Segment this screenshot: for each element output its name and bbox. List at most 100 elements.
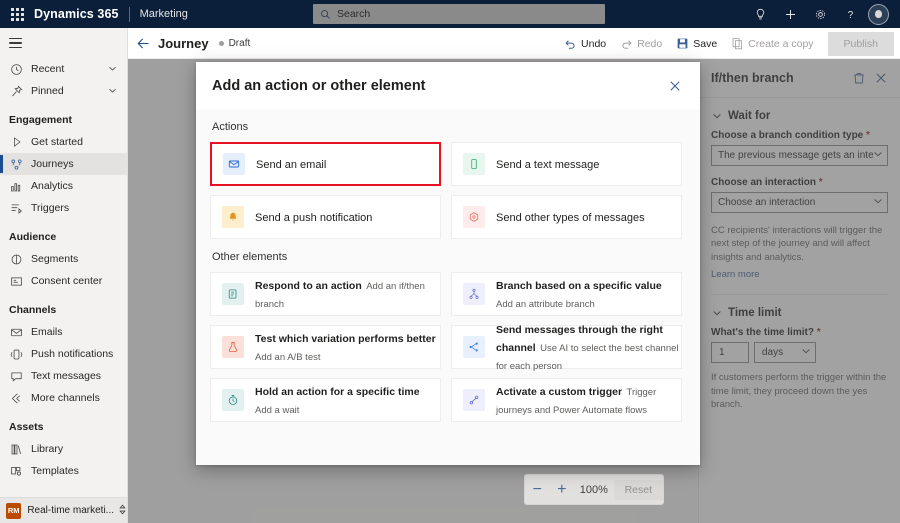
redo-button[interactable]: Redo bbox=[614, 32, 668, 56]
zoom-out-button[interactable]: − bbox=[525, 475, 550, 504]
card-title: Send an email bbox=[256, 159, 327, 171]
sidebar-item-get-started[interactable]: Get started bbox=[0, 131, 127, 153]
back-arrow-icon[interactable] bbox=[128, 28, 158, 59]
card-send-a-push-notification[interactable]: Send a push notification bbox=[210, 195, 441, 239]
gear-icon[interactable] bbox=[805, 0, 835, 28]
ab-test-icon bbox=[222, 336, 244, 358]
card-title: Send a text message bbox=[496, 159, 600, 171]
chevron-down-icon[interactable] bbox=[108, 60, 117, 78]
sidebar-item-triggers[interactable]: Triggers bbox=[0, 197, 127, 219]
sidebar-item-push-notifications[interactable]: Push notifications bbox=[0, 343, 127, 365]
zoom-reset-button[interactable]: Reset bbox=[613, 479, 664, 500]
sidebar-group-engagement: Engagement bbox=[9, 114, 73, 126]
sidebar-item-label: Pinned bbox=[31, 85, 64, 97]
sidebar-item-templates[interactable]: Templates bbox=[0, 460, 127, 482]
card-hold-an-action-for-a-specific-time[interactable]: Hold an action for a specific time Add a… bbox=[210, 378, 441, 422]
sidebar-group-audience: Audience bbox=[9, 231, 57, 243]
zoom-in-button[interactable]: + bbox=[550, 475, 575, 504]
dialog-body: Actions Send an email Send a text messag… bbox=[196, 109, 700, 465]
area-switcher-label: Real-time marketi... bbox=[27, 505, 114, 516]
custom-trigger-icon bbox=[463, 389, 485, 411]
card-activate-a-custom-trigger[interactable]: Activate a custom trigger Trigger journe… bbox=[451, 378, 682, 422]
sidebar-item-emails[interactable]: Emails bbox=[0, 321, 127, 343]
card-send-messages-through-the-right-channel[interactable]: Send messages through the right channel … bbox=[451, 324, 682, 372]
undo-button[interactable]: Undo bbox=[558, 32, 612, 56]
lightbulb-icon[interactable] bbox=[745, 0, 775, 28]
card-respond-to-an-action[interactable]: Respond to an action Add an if/then bran… bbox=[210, 272, 441, 316]
sidebar-item-label: Emails bbox=[31, 326, 63, 338]
sidebar-item-label: Templates bbox=[31, 465, 79, 477]
top-app-bar: Dynamics 365 Marketing Search ? bbox=[0, 0, 900, 28]
area-badge: RM bbox=[6, 502, 22, 519]
timer-icon bbox=[222, 389, 244, 411]
card-branch-based-on-a-specific-value[interactable]: Branch based on a specific value Add an … bbox=[451, 272, 682, 316]
analytics-icon bbox=[9, 179, 24, 194]
copy-icon bbox=[731, 37, 744, 50]
push-icon bbox=[9, 347, 24, 362]
command-buttons: Undo Redo Save Create a copy Publish bbox=[558, 28, 894, 59]
sidebar-item-more-channels[interactable]: More channels bbox=[0, 387, 127, 409]
app-root: Dynamics 365 Marketing Search ? Recent P… bbox=[0, 0, 900, 523]
area-switcher[interactable]: RM Real-time marketi... bbox=[0, 497, 127, 523]
segments-icon bbox=[9, 252, 24, 267]
status-dot bbox=[218, 40, 224, 46]
save-icon bbox=[676, 37, 689, 50]
hamburger-icon[interactable] bbox=[0, 28, 127, 58]
status-badge: Draft bbox=[218, 38, 250, 49]
search-input[interactable]: Search bbox=[313, 4, 605, 24]
zoom-control: − + 100% Reset bbox=[524, 474, 664, 505]
sidebar-item-library[interactable]: Library bbox=[0, 438, 127, 460]
sidebar-group-channels: Channels bbox=[9, 304, 57, 316]
card-title: Activate a custom trigger bbox=[496, 386, 623, 398]
card-test-which-variation-performs-better[interactable]: Test which variation performs better Add… bbox=[210, 325, 441, 369]
create-a-copy-button[interactable]: Create a copy bbox=[725, 32, 819, 56]
sidebar-item-journeys[interactable]: Journeys bbox=[0, 153, 127, 175]
dialog-header: Add an action or other element bbox=[196, 62, 700, 109]
other-elements-section-title: Other elements bbox=[212, 251, 288, 263]
branch-icon bbox=[463, 283, 485, 305]
card-subtitle: Add an A/B test bbox=[255, 352, 321, 363]
sidebar-item-label: Text messages bbox=[31, 370, 102, 382]
sidebar-item-label: Analytics bbox=[31, 180, 74, 192]
sidebar-item-analytics[interactable]: Analytics bbox=[0, 175, 127, 197]
card-send-other-types-of-messages[interactable]: Send other types of messages bbox=[451, 195, 682, 239]
undo-icon bbox=[564, 37, 577, 50]
card-subtitle: Add a wait bbox=[255, 405, 300, 416]
publish-button[interactable]: Publish bbox=[827, 31, 894, 56]
save-button[interactable]: Save bbox=[670, 32, 723, 56]
svg-text:?: ? bbox=[847, 9, 853, 20]
undo-label: Undo bbox=[581, 37, 607, 50]
play-icon bbox=[9, 135, 24, 150]
journeys-icon bbox=[9, 157, 24, 172]
card-title: Branch based on a specific value bbox=[496, 280, 662, 292]
avatar[interactable] bbox=[868, 3, 889, 25]
channel-optimizer-icon bbox=[463, 336, 485, 358]
sidebar-item-consent-center[interactable]: Consent center bbox=[0, 270, 127, 292]
sidebar-item-pinned[interactable]: Pinned bbox=[0, 80, 127, 102]
sidebar-item-label: Triggers bbox=[31, 202, 70, 214]
chevron-down-icon[interactable] bbox=[108, 82, 117, 100]
sidebar-group-assets: Assets bbox=[9, 421, 44, 433]
up-down-icon[interactable] bbox=[118, 502, 127, 520]
add-element-dialog: Add an action or other element Actions S… bbox=[196, 62, 700, 465]
sidebar-item-label: Journeys bbox=[31, 158, 74, 170]
bell-icon bbox=[222, 206, 244, 228]
other-messages-icon bbox=[463, 206, 485, 228]
plus-icon[interactable] bbox=[775, 0, 805, 28]
actions-grid: Send an email Send a text message Send a… bbox=[210, 142, 686, 239]
brand-name[interactable]: Dynamics 365 bbox=[34, 7, 129, 21]
card-subtitle: Add an attribute branch bbox=[496, 299, 595, 310]
sidebar-item-label: Segments bbox=[31, 253, 79, 265]
sidebar-item-recent[interactable]: Recent bbox=[0, 58, 127, 80]
sidebar-item-text-messages[interactable]: Text messages bbox=[0, 365, 127, 387]
app-launcher-icon[interactable] bbox=[0, 0, 34, 28]
sidebar-item-segments[interactable]: Segments bbox=[0, 248, 127, 270]
app-name[interactable]: Marketing bbox=[140, 8, 188, 20]
question-icon[interactable]: ? bbox=[835, 0, 865, 28]
card-send-an-email[interactable]: Send an email bbox=[210, 142, 441, 186]
search-icon bbox=[321, 9, 330, 19]
close-icon[interactable] bbox=[662, 73, 688, 99]
zoom-level: 100% bbox=[579, 483, 608, 496]
card-send-a-text-message[interactable]: Send a text message bbox=[451, 142, 682, 186]
sidebar-item-label: Get started bbox=[31, 136, 83, 148]
